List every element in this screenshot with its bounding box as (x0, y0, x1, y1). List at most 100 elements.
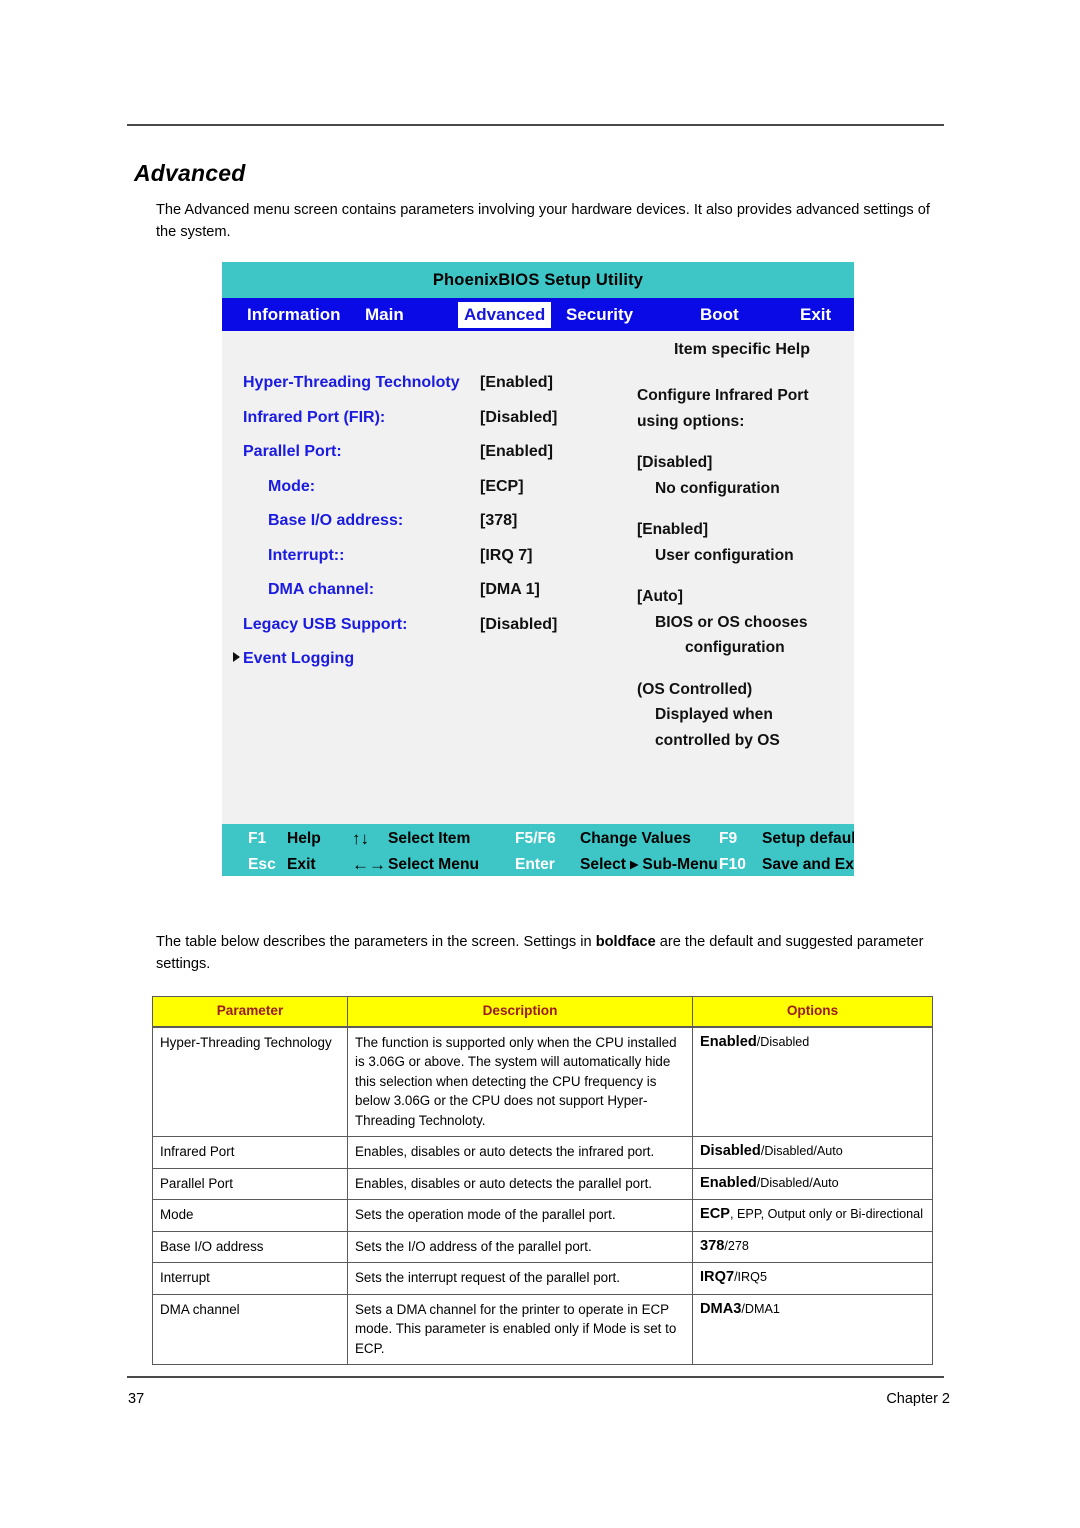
option-default: ECP (700, 1206, 731, 1222)
help-option-desc-line-1: Displayed when (655, 706, 773, 723)
setting-value[interactable]: [Enabled] (480, 374, 553, 392)
setting-value[interactable]: [Disabled] (480, 409, 557, 427)
setting-label: Mode: (268, 477, 316, 495)
option-rest: /Disabled/Auto (760, 1144, 843, 1158)
key-select-item-label: Select Item (388, 830, 471, 847)
setting-value[interactable]: [IRQ 7] (480, 547, 532, 565)
cell-description: Enables, disables or auto detects the in… (347, 1136, 693, 1169)
setting-label: Infrared Port (FIR): (243, 408, 386, 426)
menu-item-security[interactable]: Security (566, 305, 633, 325)
cell-parameter: Hyper-Threading Technology (152, 1026, 348, 1137)
key-esc[interactable]: Esc (248, 852, 276, 876)
setting-label: Legacy USB Support: (243, 615, 408, 633)
help-intro-line-2: using options: (637, 412, 745, 430)
setting-value[interactable]: [ECP] (480, 478, 524, 496)
bios-settings-list: Hyper-Threading Technoloty [Enabled] Inf… (222, 374, 622, 685)
table-row: DMA channel Sets a DMA channel for the p… (152, 1293, 933, 1365)
menu-item-exit[interactable]: Exit (800, 305, 831, 325)
key-select-submenu-label: Select ▸ Sub-Menu (580, 856, 718, 873)
cell-description: Sets the interrupt request of the parall… (347, 1262, 693, 1295)
footer-rule (127, 1376, 944, 1378)
key-legend-row-2: Esc Exit ←→ Select Menu Enter Select ▸ S… (222, 852, 854, 876)
cell-description: Sets the I/O address of the parallel por… (347, 1230, 693, 1263)
bios-key-legend-bar: F1 Help ↑↓ Select Item F5/F6 Change Valu… (222, 824, 854, 876)
setting-row-base-io-address[interactable]: Base I/O address: [378] (222, 512, 622, 547)
menu-item-advanced[interactable]: Advanced (457, 301, 552, 328)
cell-options: Enabled/Disabled/Auto (692, 1167, 933, 1200)
setting-value[interactable]: [DMA 1] (480, 581, 540, 599)
document-page: Advanced The Advanced menu screen contai… (0, 0, 1080, 1528)
key-f10[interactable]: F10 (719, 852, 746, 876)
intro-paragraph: The Advanced menu screen contains parame… (156, 201, 930, 240)
submenu-triangle-icon (233, 652, 240, 662)
column-header-parameter: Parameter (152, 996, 348, 1028)
option-rest: /Disabled (756, 1034, 810, 1049)
option-rest: /278 (724, 1238, 749, 1253)
setting-label: Hyper-Threading Technoloty (243, 374, 460, 391)
help-option-auto: [Auto] BIOS or OS chooses configuration (637, 584, 854, 661)
option-rest: /IRQ5 (734, 1270, 767, 1284)
option-default: IRQ7 (700, 1269, 735, 1285)
setting-row-infrared-port[interactable]: Infrared Port (FIR): [Disabled] (222, 409, 622, 444)
bios-body: Item specific Help Hyper-Threading Techn… (222, 331, 854, 824)
setting-label: Event Logging (243, 650, 355, 667)
option-rest: /Disabled/Auto (756, 1175, 839, 1190)
key-change-values-label: Change Values (580, 830, 691, 847)
help-option-desc-line-1: BIOS or OS chooses (655, 613, 808, 631)
setting-row-mode[interactable]: Mode: [ECP] (222, 478, 622, 513)
help-option-key: (OS Controlled) (637, 680, 753, 698)
bios-menu-bar: Information Main Advanced Security Boot … (222, 298, 854, 331)
help-panel-title: Item specific Help (673, 341, 811, 358)
help-option-desc: User configuration (655, 546, 794, 564)
chapter-label: Chapter 2 (886, 1391, 950, 1407)
setting-label: Parallel Port: (243, 443, 342, 460)
key-f5-f6[interactable]: F5/F6 (515, 826, 556, 852)
cell-options: Disabled/Disabled/Auto (692, 1136, 933, 1169)
key-enter[interactable]: Enter (515, 852, 555, 876)
table-intro-boldface-word: boldface (595, 933, 656, 950)
cell-options: 378/278 (692, 1230, 933, 1263)
option-default: Enabled (700, 1033, 757, 1050)
menu-item-boot[interactable]: Boot (700, 305, 739, 325)
cell-description: Enables, disables or auto detects the pa… (347, 1167, 693, 1200)
setting-row-hyper-threading[interactable]: Hyper-Threading Technoloty [Enabled] (222, 374, 622, 409)
setting-label: Base I/O address: (268, 512, 404, 529)
setting-row-interrupt[interactable]: Interrupt:: [IRQ 7] (222, 547, 622, 582)
table-row: Hyper-Threading Technology The function … (152, 1026, 933, 1137)
option-default: Disabled (700, 1143, 761, 1159)
table-row: Parallel Port Enables, disables or auto … (152, 1167, 933, 1200)
setting-value[interactable]: [Disabled] (480, 616, 557, 634)
cell-parameter: Mode (152, 1199, 348, 1232)
key-f9[interactable]: F9 (719, 826, 737, 852)
column-header-description: Description (347, 996, 693, 1028)
setting-value[interactable]: [378] (480, 512, 517, 530)
key-leftright-arrows-icon: ←→ (352, 855, 386, 874)
cell-parameter: DMA channel (152, 1293, 348, 1365)
parameter-table: Parameter Description Options Hyper-Thre… (152, 996, 933, 1365)
table-row: Interrupt Sets the interrupt request of … (152, 1262, 933, 1295)
setting-row-event-logging[interactable]: Event Logging (222, 650, 622, 685)
setting-row-parallel-port[interactable]: Parallel Port: [Enabled] (222, 443, 622, 478)
cell-description: Sets a DMA channel for the printer to op… (347, 1293, 693, 1365)
table-body: Hyper-Threading Technology The function … (152, 1026, 933, 1365)
menu-item-main[interactable]: Main (365, 305, 404, 325)
setting-row-dma-channel[interactable]: DMA channel: [DMA 1] (222, 581, 622, 616)
setting-value[interactable]: [Enabled] (480, 443, 553, 461)
bios-screenshot: PhoenixBIOS Setup Utility Information Ma… (222, 262, 854, 876)
cell-options: DMA3/DMA1 (692, 1293, 933, 1365)
table-row: Base I/O address Sets the I/O address of… (152, 1230, 933, 1263)
item-specific-help-panel: Configure Infrared Port using options: [… (637, 383, 854, 769)
help-option-os-controlled: (OS Controlled) Displayed when controlle… (637, 677, 854, 754)
page-number: 37 (128, 1391, 145, 1407)
column-header-options: Options (692, 996, 933, 1028)
key-f1[interactable]: F1 (248, 826, 266, 852)
bios-title-bar: PhoenixBIOS Setup Utility (222, 262, 854, 298)
setting-row-legacy-usb-support[interactable]: Legacy USB Support: [Disabled] (222, 616, 622, 651)
menu-item-information[interactable]: Information (247, 305, 341, 325)
key-select-menu-label: Select Menu (388, 856, 479, 873)
cell-parameter: Infrared Port (152, 1136, 348, 1169)
help-intro: Configure Infrared Port using options: (637, 383, 854, 434)
key-updown-arrows-icon: ↑↓ (352, 829, 369, 848)
cell-parameter: Base I/O address (152, 1230, 348, 1263)
table-header-row: Parameter Description Options (152, 996, 933, 1028)
